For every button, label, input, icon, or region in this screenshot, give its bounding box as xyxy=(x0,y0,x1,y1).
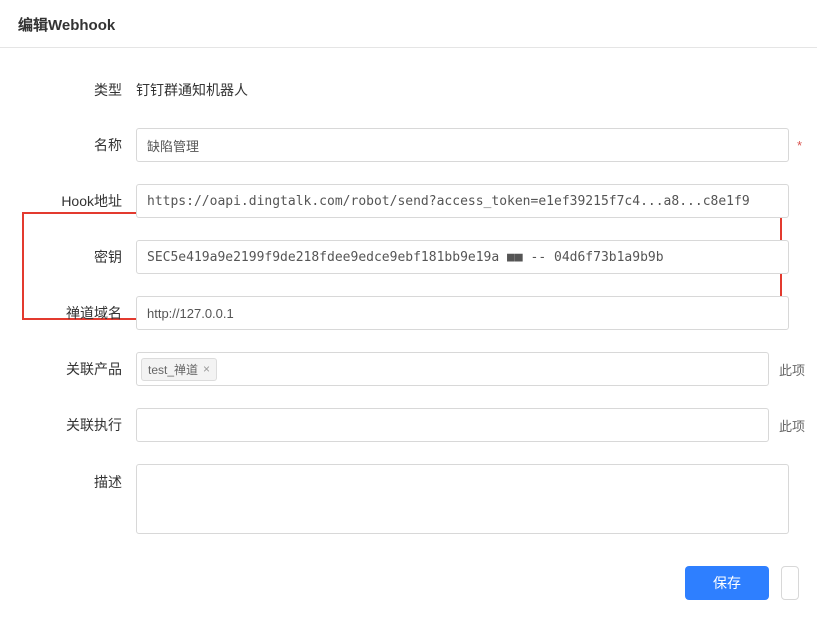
product-tag-text: test_禅道 xyxy=(148,361,198,378)
save-button[interactable]: 保存 xyxy=(685,566,769,600)
dialog-footer: 保存 xyxy=(0,556,817,600)
exec-input[interactable] xyxy=(136,408,769,442)
close-icon[interactable]: × xyxy=(203,363,210,375)
dialog-title: 编辑Webhook xyxy=(18,17,115,34)
webhook-form: 类型 钉钉群通知机器人 名称 * Hook地址 密钥 禅道域名 关联产品 xyxy=(0,48,817,534)
row-secret: 密钥 xyxy=(10,240,807,274)
label-domain: 禅道域名 xyxy=(10,303,136,323)
row-domain: 禅道域名 xyxy=(10,296,807,330)
label-exec: 关联执行 xyxy=(10,415,136,435)
name-input[interactable] xyxy=(136,128,789,162)
hint-product: 此项 xyxy=(779,360,807,379)
desc-textarea[interactable] xyxy=(136,464,789,534)
row-exec: 关联执行 此项 xyxy=(10,408,807,442)
domain-input[interactable] xyxy=(136,296,789,330)
row-product: 关联产品 test_禅道 × 此项 xyxy=(10,352,807,386)
row-type: 类型 钉钉群通知机器人 xyxy=(10,74,807,106)
row-hook: Hook地址 xyxy=(10,184,807,218)
label-desc: 描述 xyxy=(10,464,136,492)
label-name: 名称 xyxy=(10,135,136,155)
hint-exec: 此项 xyxy=(779,416,807,435)
product-tagbox[interactable]: test_禅道 × xyxy=(136,352,769,386)
required-mark: * xyxy=(797,138,807,153)
product-tag[interactable]: test_禅道 × xyxy=(141,358,217,381)
row-desc: 描述 xyxy=(10,464,807,534)
label-secret: 密钥 xyxy=(10,247,136,267)
value-type: 钉钉群通知机器人 xyxy=(136,74,248,106)
secondary-button[interactable] xyxy=(781,566,799,600)
dialog-header: 编辑Webhook xyxy=(0,0,817,48)
secret-input[interactable] xyxy=(136,240,789,274)
label-type: 类型 xyxy=(10,80,136,100)
hook-url-input[interactable] xyxy=(136,184,789,218)
label-hook: Hook地址 xyxy=(10,191,136,211)
row-name: 名称 * xyxy=(10,128,807,162)
label-product: 关联产品 xyxy=(10,359,136,379)
